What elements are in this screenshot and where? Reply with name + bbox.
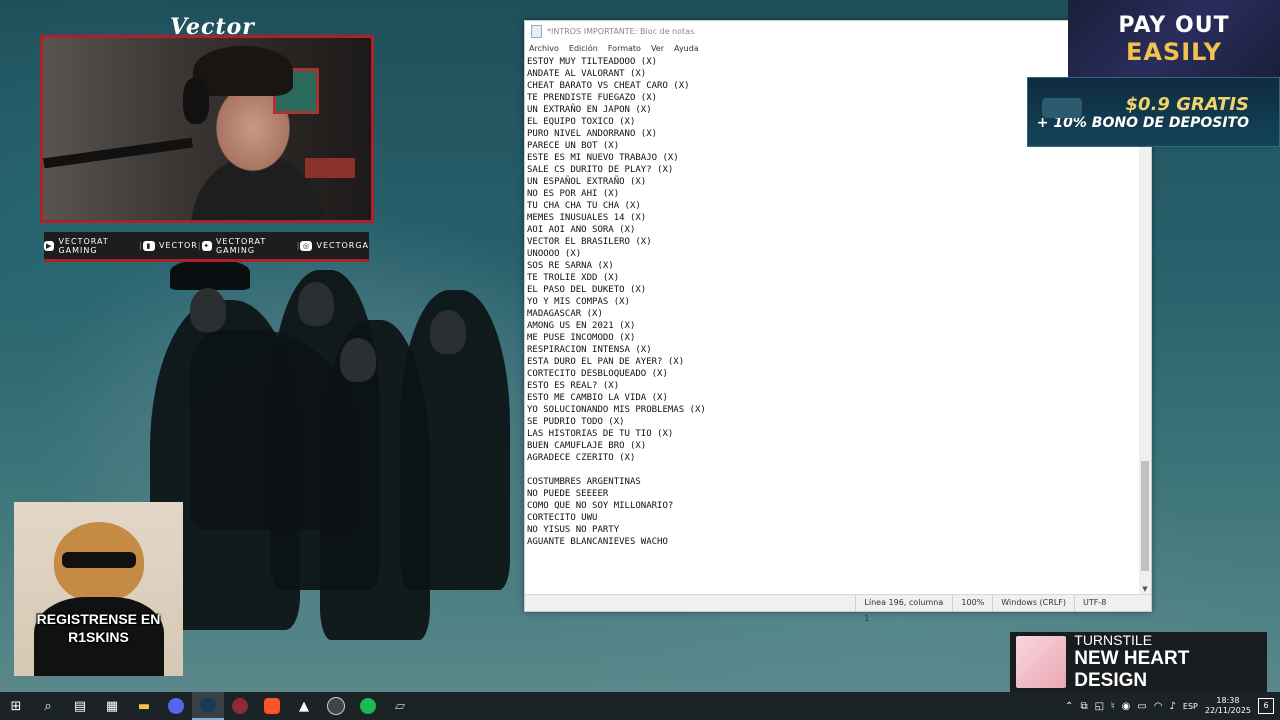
payout-line-1: PAY OUT [1118, 12, 1230, 38]
microphone-icon[interactable]: ♮ [1111, 701, 1115, 712]
time: 18:38 [1216, 696, 1240, 705]
menu-ver[interactable]: Ver [651, 44, 664, 53]
clock[interactable]: 18:38 22/11/2025 [1205, 696, 1251, 716]
taskbar: ⊞ ⌕ ▤ ▦ ▬ ▲ ▱ ⌃ ⧉ ◱ ♮ ◉ ▭ ◠ ♪ ESP 18:38 … [0, 692, 1280, 720]
skull-mask [298, 282, 334, 326]
search-icon[interactable]: ⌕ [32, 692, 64, 720]
figure-hat [170, 260, 250, 290]
now-playing-widget: TURNSTILE NEW HEART DESIGN [1010, 632, 1267, 692]
twitter-icon: ✦ [201, 240, 212, 251]
menu-ayuda[interactable]: Ayuda [674, 44, 699, 53]
youtube-icon: ▶ [44, 240, 55, 251]
notepad-taskbar-icon[interactable]: ▱ [384, 692, 416, 720]
album-art [1016, 636, 1067, 688]
menu-edicion[interactable]: Edición [569, 44, 598, 53]
file-explorer-icon[interactable]: ▬ [128, 692, 160, 720]
notepad-icon [531, 24, 542, 38]
wifi-icon[interactable]: ◠ [1154, 701, 1163, 712]
skull-mask [190, 288, 226, 332]
menu-formato[interactable]: Formato [608, 44, 641, 53]
record-icon[interactable]: ◉ [1122, 701, 1131, 712]
promo-cat-image: REGISTRENSE EN R1SKINS [14, 502, 183, 676]
social-twitter: ✦ VECTORAT GAMING [201, 236, 297, 255]
twitch-icon: ▮ [142, 240, 155, 251]
bonus-banner: $0.9 GRATIS + 10% BONO DE DEPOSITO [1027, 77, 1280, 147]
artist-name: TURNSTILE [1074, 632, 1153, 648]
windows-start-icon[interactable]: ⊞ [0, 692, 32, 720]
social-label: VECTORAT GAMING [58, 236, 109, 255]
payout-banner: PAY OUT EASILY [1068, 0, 1280, 78]
system-tray: ⌃ ⧉ ◱ ♮ ◉ ▭ ◠ ♪ ESP 18:38 22/11/2025 6 [1065, 692, 1280, 720]
language-indicator[interactable]: ESP [1183, 702, 1198, 711]
social-label: VECTORAT GAMING [215, 236, 267, 255]
social-youtube: ▶ VECTORAT GAMING [44, 237, 139, 255]
status-bar: Línea 196, columna 1 100% Windows (CRLF)… [525, 594, 1151, 623]
social-bar: ▶ VECTORAT GAMING | ▮ VECTOR | ✦ VECTORA… [44, 232, 369, 262]
social-label: VECTORGA [316, 241, 369, 250]
menu-bar: Archivo Edición Formato Ver Ayuda [525, 41, 1151, 55]
line-ending: Windows (CRLF) [992, 595, 1074, 611]
scrollbar-thumb[interactable] [1141, 461, 1149, 571]
headphones-icon [183, 78, 209, 124]
social-label: VECTOR [158, 241, 198, 250]
speaker-icon[interactable]: ♪ [1170, 701, 1176, 712]
social-instagram: ◎ VECTORGA [300, 240, 369, 251]
track-name: NEW HEART DESIGN [1074, 648, 1190, 691]
task-view-icon[interactable]: ▤ [64, 692, 96, 720]
notification-icon[interactable]: 6 [1258, 698, 1274, 714]
promo-text: REGISTRENSE EN R1SKINS [36, 611, 161, 645]
spotify-icon[interactable] [352, 692, 384, 720]
social-twitch: ▮ VECTOR [142, 240, 198, 251]
obs-icon[interactable] [320, 692, 352, 720]
display-icon[interactable]: ▭ [1137, 701, 1146, 712]
epic-games-icon[interactable]: ▲ [288, 692, 320, 720]
skull-mask [430, 310, 466, 354]
steam-icon[interactable] [192, 692, 224, 720]
webcam-light [305, 158, 355, 178]
sunglasses-icon [62, 552, 136, 568]
window-title: *INTROS IMPORTANTE: Bloc de notas [547, 26, 695, 36]
weapon-icon [1042, 98, 1082, 118]
network-icon[interactable]: ⧉ [1080, 701, 1087, 712]
notepad-title-bar[interactable]: *INTROS IMPORTANTE: Bloc de notas [525, 21, 1151, 41]
zoom-level: 100% [952, 595, 992, 611]
brave-icon[interactable] [256, 692, 288, 720]
skull-mask [340, 338, 376, 382]
payout-line-2: EASILY [1125, 37, 1223, 66]
encoding: UTF-8 [1074, 595, 1151, 611]
valorant-icon[interactable] [224, 692, 256, 720]
instagram-icon: ◎ [300, 240, 313, 251]
cursor-position: Línea 196, columna 1 [855, 595, 952, 623]
app-icon[interactable]: ▦ [96, 692, 128, 720]
discord-icon[interactable] [160, 692, 192, 720]
date: 22/11/2025 [1204, 706, 1251, 715]
chevron-up-icon[interactable]: ⌃ [1065, 701, 1073, 712]
webcam-frame [40, 35, 374, 223]
volume-mixer-icon[interactable]: ◱ [1095, 701, 1104, 712]
menu-archivo[interactable]: Archivo [529, 44, 559, 53]
bonus-line-1: $0.9 GRATIS [1125, 93, 1249, 115]
